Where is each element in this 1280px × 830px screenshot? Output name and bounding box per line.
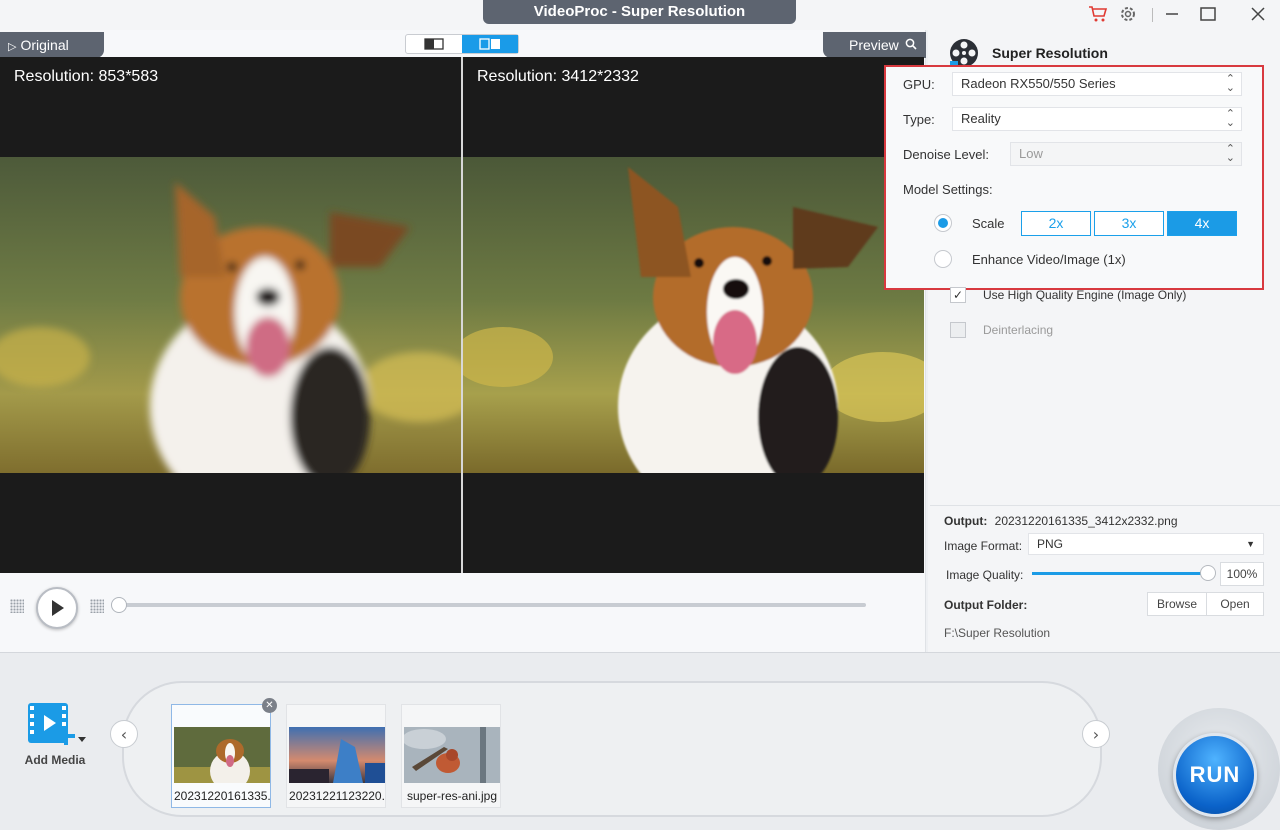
play-button[interactable] xyxy=(36,587,78,629)
scale-label: Scale xyxy=(972,215,1005,231)
add-media-label: Add Media xyxy=(24,753,86,767)
run-button[interactable]: RUN xyxy=(1173,733,1257,817)
cart-icon[interactable] xyxy=(1086,4,1110,24)
browse-button[interactable]: Browse xyxy=(1147,592,1207,616)
deinterlacing-label: Deinterlacing xyxy=(983,323,1054,337)
original-resolution: Resolution: 853*583 xyxy=(14,68,159,85)
quality-slider-knob[interactable] xyxy=(1200,565,1216,581)
panel-title: Super Resolution xyxy=(992,45,1108,61)
deinterlacing-option[interactable]: Deinterlacing xyxy=(950,322,1053,338)
enhanced-pane: Resolution: 3412*2332 xyxy=(463,57,924,573)
scroll-left-button[interactable]: ‹ xyxy=(110,720,138,748)
add-media-button[interactable]: Add Media xyxy=(20,701,90,781)
quality-value[interactable]: 100% xyxy=(1220,562,1264,586)
scale-option[interactable]: Scale xyxy=(934,214,1005,232)
updown-icon: ⌃ ⌄ xyxy=(1225,108,1235,129)
denoise-value: Low xyxy=(1019,146,1043,161)
tab-preview[interactable]: Preview xyxy=(823,32,926,58)
updown-icon: ⌃ ⌄ xyxy=(1225,73,1235,94)
hq-engine-checkbox[interactable]: ✓ xyxy=(950,287,966,303)
output-filename: 20231220161335_3412x2332.png xyxy=(994,514,1178,528)
scale-2x-button[interactable]: 2x xyxy=(1021,211,1091,236)
denoise-select[interactable]: Low ⌃ ⌄ xyxy=(1010,142,1242,166)
maximize-icon[interactable] xyxy=(1196,4,1220,24)
open-button[interactable]: Open xyxy=(1206,592,1264,616)
tab-original-label: Original xyxy=(20,37,69,53)
chevron-right-icon: › xyxy=(1092,724,1100,744)
media-item-name: super-res-ani.jpg xyxy=(406,789,498,803)
gpu-value: Radeon RX550/550 Series xyxy=(961,76,1116,91)
search-icon xyxy=(905,37,917,53)
grip-left-icon[interactable] xyxy=(10,599,24,613)
media-item[interactable]: super-res-ani.jpg xyxy=(401,704,501,808)
gpu-label: GPU: xyxy=(903,77,935,92)
playback-controls xyxy=(0,573,924,651)
original-image xyxy=(0,157,461,473)
tab-original[interactable]: ▷ Original xyxy=(0,32,104,58)
scale-4x-button[interactable]: 4x xyxy=(1167,211,1237,236)
model-settings-label: Model Settings: xyxy=(903,182,993,197)
single-view-button[interactable] xyxy=(406,35,462,53)
quality-label: Image Quality: xyxy=(946,568,1024,582)
folder-label: Output Folder: xyxy=(944,598,1028,612)
chevron-left-icon: ‹ xyxy=(120,724,128,744)
hq-engine-option[interactable]: ✓ Use High Quality Engine (Image Only) xyxy=(950,287,1186,303)
type-value: Reality xyxy=(961,111,1001,126)
media-item[interactable]: 20231221123220. xyxy=(286,704,386,808)
gpu-select[interactable]: Radeon RX550/550 Series ⌃ ⌄ xyxy=(952,72,1242,96)
enhance-label: Enhance Video/Image (1x) xyxy=(972,251,1126,267)
type-label: Type: xyxy=(903,112,935,127)
media-thumbnail xyxy=(289,727,385,783)
preview-area: ▷ Original Preview Resolution: 853*583 R… xyxy=(0,30,926,652)
title-bar: VideoProc - Super Resolution xyxy=(0,0,1280,30)
title-separator xyxy=(1152,8,1153,22)
updown-icon: ⌃ ⌄ xyxy=(1225,143,1235,164)
gear-icon[interactable] xyxy=(1116,4,1140,24)
output-section: Output: 20231220161335_3412x2332.png Ima… xyxy=(930,505,1280,650)
scale-3x-button[interactable]: 3x xyxy=(1094,211,1164,236)
denoise-label: Denoise Level: xyxy=(903,147,989,162)
format-select[interactable]: PNG ▼ xyxy=(1028,533,1264,555)
minimize-icon[interactable] xyxy=(1160,4,1184,24)
scale-radio[interactable] xyxy=(934,214,952,232)
format-value: PNG xyxy=(1037,537,1064,551)
dropdown-arrow-icon: ▼ xyxy=(1246,539,1255,549)
close-icon[interactable] xyxy=(1246,4,1270,24)
add-media-icon xyxy=(28,703,86,745)
enhance-radio[interactable] xyxy=(934,250,952,268)
format-label: Image Format: xyxy=(944,539,1023,553)
scroll-right-button[interactable]: › xyxy=(1082,720,1110,748)
window-title: VideoProc - Super Resolution xyxy=(483,0,796,24)
enhanced-resolution: Resolution: 3412*2332 xyxy=(477,68,639,85)
original-pane: Resolution: 853*583 xyxy=(0,57,461,573)
timeline-track[interactable] xyxy=(118,603,866,607)
media-thumbnail xyxy=(404,727,500,783)
hq-engine-label: Use High Quality Engine (Image Only) xyxy=(983,288,1187,302)
media-item[interactable]: 20231220161335. ✕ xyxy=(171,698,277,808)
remove-media-icon[interactable]: ✕ xyxy=(262,698,277,713)
output-row: Output: 20231220161335_3412x2332.png xyxy=(944,514,1178,528)
deinterlacing-checkbox[interactable] xyxy=(950,322,966,338)
output-label: Output: xyxy=(944,514,988,528)
media-thumbnail xyxy=(174,727,270,783)
timeline-knob[interactable] xyxy=(111,597,127,613)
grip-right-icon[interactable] xyxy=(90,599,104,613)
view-mode-toggle[interactable] xyxy=(405,34,519,54)
play-triangle-icon: ▷ xyxy=(8,41,17,53)
side-by-side-view-button[interactable] xyxy=(462,35,518,53)
media-item-name: 20231220161335. xyxy=(174,789,270,803)
enhance-option[interactable]: Enhance Video/Image (1x) xyxy=(934,250,1126,268)
video-compare-area: Resolution: 853*583 Resolution: 3412*233… xyxy=(0,57,924,573)
tab-preview-label: Preview xyxy=(849,37,899,53)
type-select[interactable]: Reality ⌃ ⌄ xyxy=(952,107,1242,131)
play-icon xyxy=(52,600,64,616)
media-bar: Add Media ‹ › 20231220161335. ✕ 20231221… xyxy=(0,652,1280,830)
folder-path: F:\Super Resolution xyxy=(944,626,1051,640)
media-item-name: 20231221123220. xyxy=(289,789,385,803)
quality-slider-track[interactable] xyxy=(1032,572,1206,575)
enhanced-image xyxy=(463,157,924,473)
